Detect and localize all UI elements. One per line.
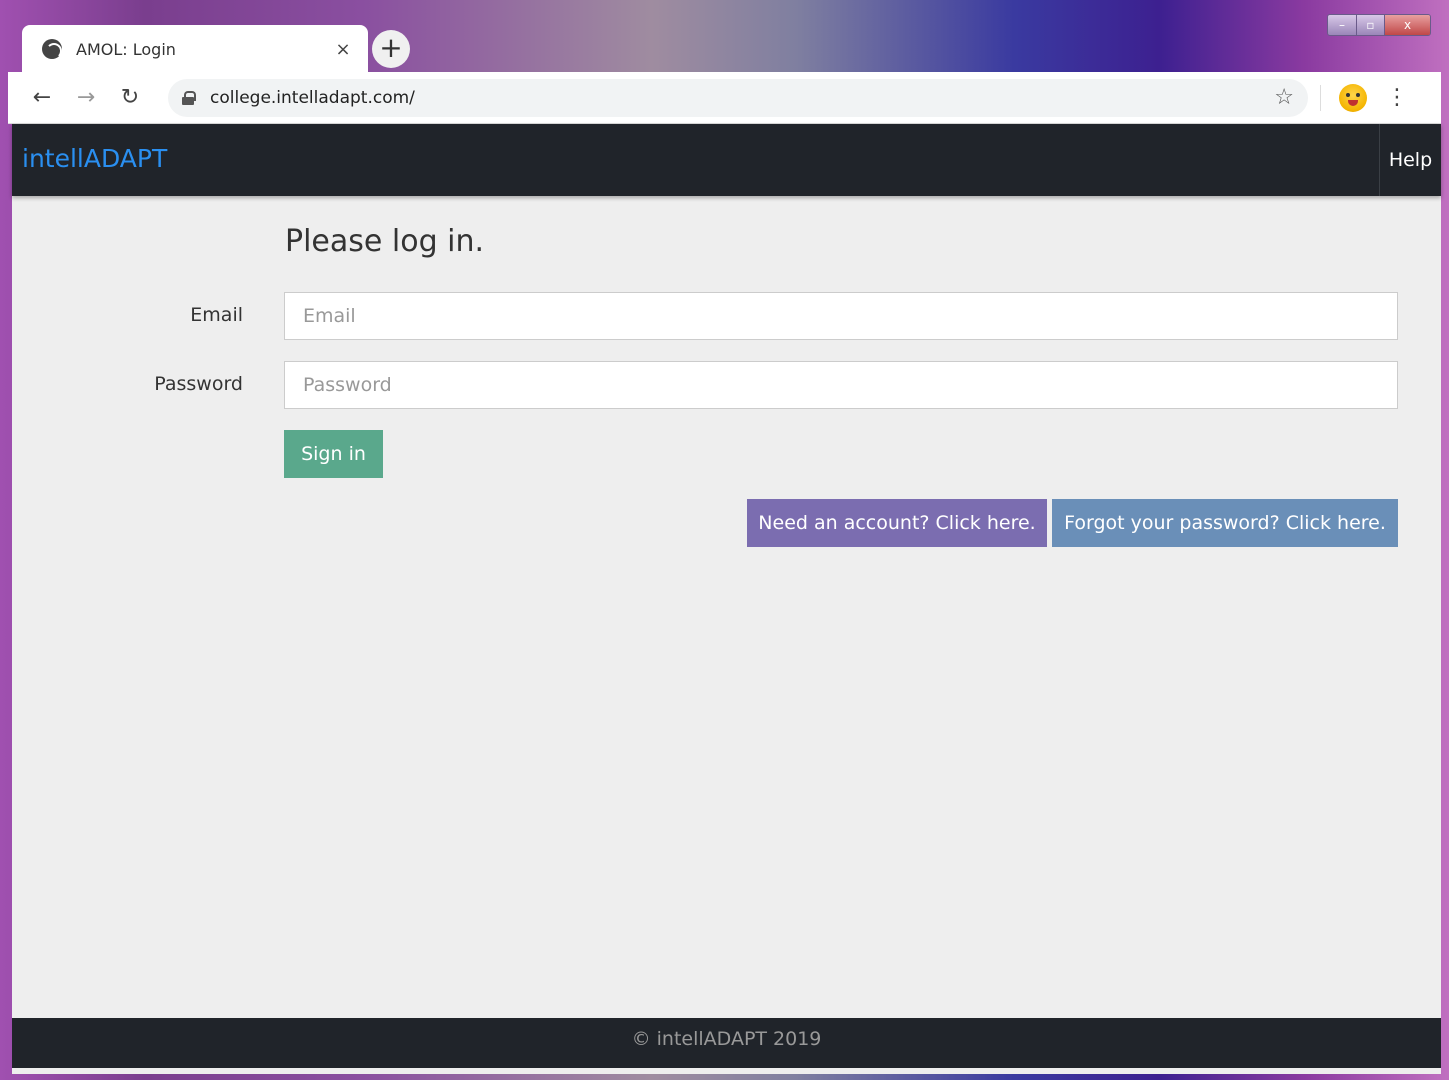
browser-toolbar: ← → ↻ college.intelladapt.com/ ☆ ⋮ bbox=[8, 72, 1441, 124]
email-label: Email bbox=[190, 304, 243, 326]
window-close-button[interactable]: x bbox=[1384, 15, 1430, 35]
email-field[interactable] bbox=[284, 292, 1398, 340]
site-footer: © intellADAPT 2019 bbox=[12, 1018, 1441, 1068]
new-tab-button[interactable]: + bbox=[372, 30, 410, 68]
url-text[interactable]: college.intelladapt.com/ bbox=[210, 88, 1274, 108]
window-controls: – ▫ x bbox=[1327, 14, 1431, 36]
need-account-button[interactable]: Need an account? Click here. bbox=[747, 499, 1047, 547]
tab-strip: AMOL: Login × + – ▫ x bbox=[8, 8, 1441, 73]
password-label: Password bbox=[154, 373, 243, 395]
page-title: Please log in. bbox=[285, 224, 485, 259]
globe-icon bbox=[42, 39, 62, 59]
sign-in-button[interactable]: Sign in bbox=[284, 430, 383, 478]
toolbar-separator bbox=[1320, 84, 1321, 111]
browser-menu-icon[interactable]: ⋮ bbox=[1377, 86, 1417, 109]
forward-arrow-icon[interactable]: → bbox=[64, 76, 108, 120]
forgot-password-button[interactable]: Forgot your password? Click here. bbox=[1052, 499, 1398, 547]
help-link[interactable]: Help bbox=[1379, 124, 1441, 196]
tab-close-icon[interactable]: × bbox=[328, 39, 358, 60]
lock-icon[interactable] bbox=[182, 90, 196, 105]
profile-avatar-icon[interactable] bbox=[1339, 83, 1367, 112]
site-navbar: intellADAPT Help bbox=[12, 124, 1441, 196]
address-bar[interactable]: college.intelladapt.com/ ☆ bbox=[168, 78, 1308, 117]
reload-icon[interactable]: ↻ bbox=[108, 76, 152, 120]
password-field[interactable] bbox=[284, 361, 1398, 409]
page-content: intellADAPT Help Please log in. Email Pa… bbox=[12, 124, 1441, 1074]
tab-title: AMOL: Login bbox=[76, 39, 176, 59]
tab-active[interactable]: AMOL: Login × bbox=[22, 25, 368, 73]
brand-link[interactable]: intellADAPT bbox=[22, 144, 167, 173]
maximize-button[interactable]: ▫ bbox=[1356, 15, 1384, 35]
minimize-button[interactable]: – bbox=[1328, 15, 1356, 35]
bookmark-star-icon[interactable]: ☆ bbox=[1274, 85, 1294, 110]
back-arrow-icon[interactable]: ← bbox=[20, 76, 64, 120]
